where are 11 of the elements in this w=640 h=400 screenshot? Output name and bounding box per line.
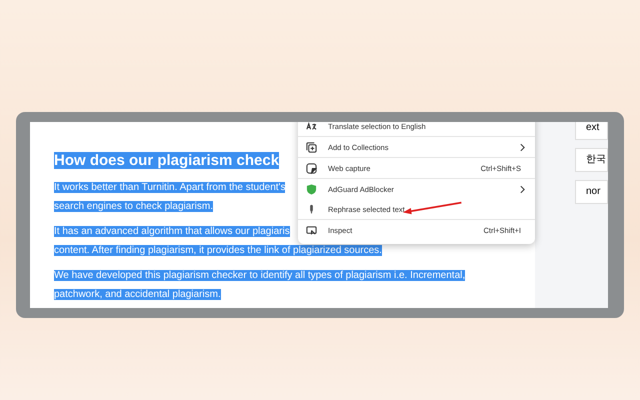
input-field[interactable]: nor [575, 180, 608, 204]
collections-icon [306, 142, 317, 152]
input-field[interactable]: ext [575, 122, 608, 140]
chevron-icon [520, 184, 525, 194]
translate-icon [306, 122, 317, 132]
input-field[interactable]: 한국 [575, 148, 608, 172]
article-heading: How does our plagiarism check [54, 152, 280, 169]
shield-icon [306, 184, 317, 194]
inspect-icon [306, 224, 317, 236]
chevron-icon [520, 142, 525, 152]
capture-icon [306, 162, 317, 174]
